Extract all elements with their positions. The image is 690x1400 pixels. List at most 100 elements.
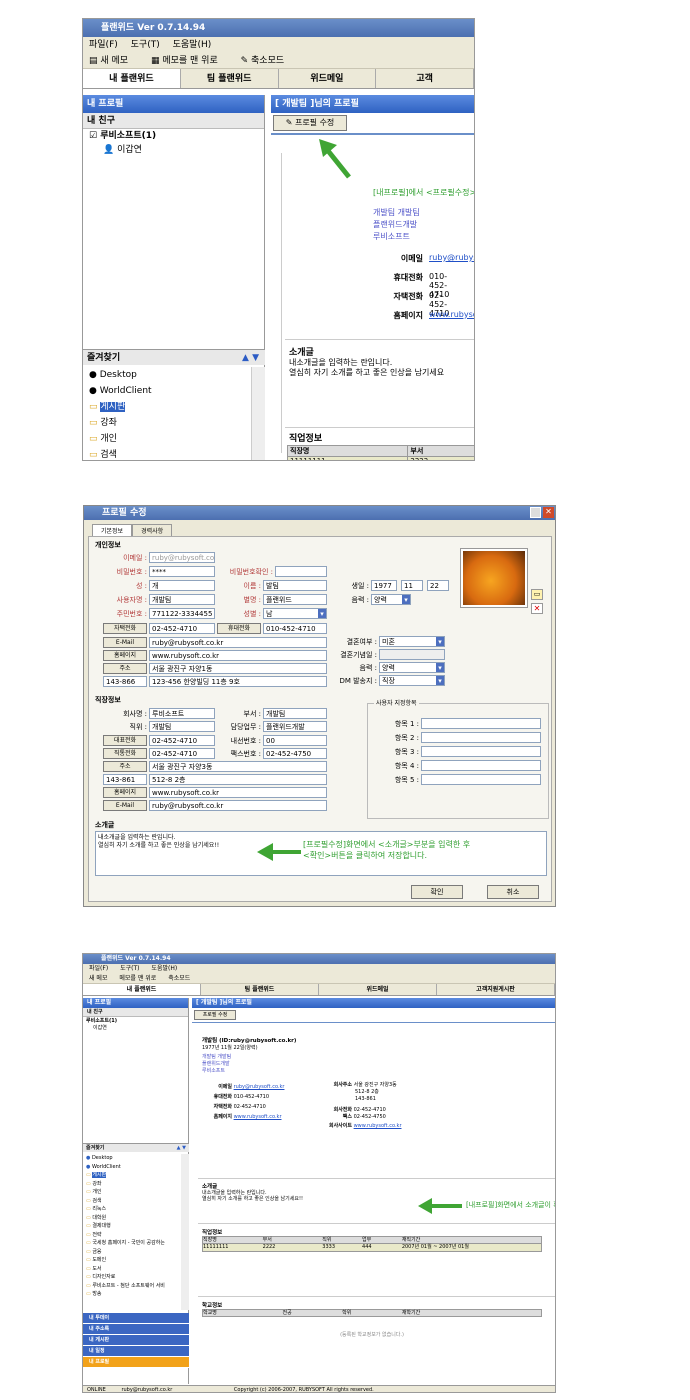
new-memo-button[interactable]: 새 메모 bbox=[89, 975, 107, 982]
delete-icon[interactable]: ✕ bbox=[531, 603, 543, 614]
home-phone-button[interactable]: 자택전화 bbox=[103, 623, 147, 634]
homepage-button[interactable]: 홈페이지 bbox=[103, 650, 147, 661]
favorite-item[interactable]: ▭ 개인 bbox=[83, 1188, 181, 1197]
group-item[interactable]: 루비소프트(1) bbox=[83, 1017, 188, 1024]
favorite-item[interactable]: ▭ 결제대행 bbox=[83, 1222, 181, 1231]
tab-my-planwith[interactable]: 내 플랜위드 bbox=[83, 984, 201, 995]
anniversary-field[interactable] bbox=[379, 649, 445, 660]
birth-day-select[interactable]: 22 bbox=[427, 580, 449, 591]
password-confirm-field[interactable] bbox=[275, 566, 327, 577]
favorite-item[interactable]: ▭ 리눅스 bbox=[83, 1205, 181, 1214]
favorite-item[interactable]: ▭ 검색 bbox=[83, 1197, 181, 1206]
address-button[interactable]: 주소 bbox=[103, 663, 147, 674]
menu-file[interactable]: 파일(F) bbox=[89, 40, 118, 50]
favorite-item[interactable]: ▭ 대학원 bbox=[83, 1214, 181, 1223]
mobile-field[interactable]: 010-452-4710 bbox=[263, 623, 327, 634]
homepage-link[interactable]: www.rubysoft.co.kr bbox=[234, 1114, 282, 1120]
duty-field[interactable]: 플랜위드개발 bbox=[263, 721, 327, 732]
bottom-nav-item[interactable]: 내 투데이 bbox=[83, 1313, 189, 1324]
dept-field[interactable]: 개발팀 bbox=[263, 708, 327, 719]
scroll-arrows-icon[interactable]: ▲ ▼ bbox=[242, 350, 259, 366]
custom-item-field[interactable] bbox=[421, 746, 541, 757]
calendar-select[interactable]: 양력 ▾ bbox=[371, 594, 411, 605]
favorite-item[interactable]: ▭ 게시판 bbox=[83, 399, 251, 415]
menu-tools[interactable]: 도구(T) bbox=[131, 40, 160, 50]
favorite-item[interactable]: ● Desktop bbox=[83, 1154, 181, 1163]
birth-month-select[interactable]: 11 bbox=[401, 580, 423, 591]
compact-mode-button[interactable]: ✎ 축소모드 bbox=[241, 56, 295, 66]
custom-item-field[interactable] bbox=[421, 760, 541, 771]
mobile-button[interactable]: 휴대전화 bbox=[217, 623, 261, 634]
work-address2-field[interactable]: 512-8 2층 bbox=[149, 774, 327, 785]
marital-select[interactable]: 미혼 ▾ bbox=[379, 636, 445, 647]
bottom-nav-item[interactable]: 내 주소록 bbox=[83, 1324, 189, 1335]
work-phone-button[interactable]: 직통전화 bbox=[103, 748, 147, 759]
friend-item[interactable]: 이갑연 bbox=[83, 1024, 188, 1031]
ok-button[interactable]: 확인 bbox=[411, 885, 463, 899]
company-field[interactable]: 루비소프트 bbox=[149, 708, 215, 719]
edit-profile-button[interactable]: 프로필 수정 bbox=[194, 1010, 236, 1020]
tab-withmail[interactable]: 위드메일 bbox=[279, 69, 377, 88]
fax-field[interactable]: 02-452-4750 bbox=[263, 748, 327, 759]
favorites-scrollbar[interactable] bbox=[181, 1154, 189, 1310]
home-phone-field[interactable]: 02-452-4710 bbox=[149, 623, 215, 634]
favorite-item[interactable]: ▭ 검색 bbox=[83, 447, 251, 460]
scroll-arrows-icon[interactable]: ▲ ▼ bbox=[177, 1144, 186, 1153]
address-field[interactable]: 서울 광진구 자양1동 bbox=[149, 663, 327, 674]
ext-field[interactable]: 00 bbox=[263, 735, 327, 746]
menu-help[interactable]: 도움말(H) bbox=[173, 40, 212, 50]
rep-phone-button[interactable]: 대표전화 bbox=[103, 735, 147, 746]
favorite-item[interactable]: ▭ 게시판 bbox=[83, 1171, 181, 1180]
password-field[interactable]: **** bbox=[149, 566, 215, 577]
favorites-scrollbar[interactable] bbox=[251, 367, 265, 460]
favorite-item[interactable]: ▭ 방송 bbox=[83, 1290, 181, 1299]
cancel-button[interactable]: 취소 bbox=[487, 885, 539, 899]
favorite-item[interactable]: ● Desktop bbox=[83, 367, 251, 383]
group-item[interactable]: ☑ 루비소프트(1) bbox=[83, 129, 264, 143]
work-address-field[interactable]: 서울 광진구 자양3동 bbox=[149, 761, 327, 772]
work-email-button[interactable]: E-Mail bbox=[103, 800, 147, 811]
tab-team-planwith[interactable]: 팀 플랜위드 bbox=[201, 984, 319, 995]
favorite-item[interactable]: ▭ 강좌 bbox=[83, 1180, 181, 1189]
work-homepage-field[interactable]: www.rubysoft.co.kr bbox=[149, 787, 327, 798]
address2-field[interactable]: 123-456 한양빌딩 11층 9호 bbox=[149, 676, 327, 687]
name-field[interactable]: 발팀 bbox=[263, 580, 327, 591]
favorite-item[interactable]: ▭ 금융 bbox=[83, 1248, 181, 1257]
tab-my-planwith[interactable]: 내 플랜위드 bbox=[83, 69, 181, 88]
folder-icon[interactable]: ▭ bbox=[531, 589, 543, 600]
email-link[interactable]: ruby@rubysoft.co.kr bbox=[234, 1084, 285, 1090]
favorite-item[interactable]: ▭ 국세청 홈페이지 - 국민이 공감하는 bbox=[83, 1239, 181, 1248]
bottom-nav-item[interactable]: 내 일정 bbox=[83, 1346, 189, 1357]
homepage-link[interactable]: www.rubysoft.co.kr bbox=[429, 310, 474, 319]
new-memo-button[interactable]: ▤ 새 메모 bbox=[89, 56, 138, 66]
zip-field[interactable]: 143-866 bbox=[103, 676, 147, 687]
friend-item[interactable]: 👤 이갑연 bbox=[83, 143, 264, 157]
favorite-item[interactable]: ● WorldClient bbox=[83, 383, 251, 399]
work-zip-field[interactable]: 143-861 bbox=[103, 774, 147, 785]
work-email-field[interactable]: ruby@rubysoft.co.kr bbox=[149, 800, 327, 811]
tab-support-board[interactable]: 고객지원게시판 bbox=[437, 984, 555, 995]
memo-top-button[interactable]: 메모를 맨 위로 bbox=[119, 975, 156, 982]
tab-team-planwith[interactable]: 팀 플랜위드 bbox=[181, 69, 279, 88]
homepage-field[interactable]: www.rubysoft.co.kr bbox=[149, 650, 327, 661]
favorite-item[interactable]: ▭ 도메인 bbox=[83, 1256, 181, 1265]
favorite-item[interactable]: ▭ 전략 bbox=[83, 1231, 181, 1240]
bottom-nav-item[interactable]: 내 프로필 bbox=[83, 1357, 189, 1368]
email2-field[interactable]: ruby@rubysoft.co.kr bbox=[149, 637, 327, 648]
custom-item-field[interactable] bbox=[421, 718, 541, 729]
dm-select[interactable]: 직장 ▾ bbox=[379, 675, 445, 686]
favorite-item[interactable]: ▭ 도서 bbox=[83, 1265, 181, 1274]
rep-phone-field[interactable]: 02-452-4710 bbox=[149, 735, 215, 746]
username-field[interactable]: 개발팀 bbox=[149, 594, 215, 605]
favorite-item[interactable]: ▭ 강좌 bbox=[83, 415, 251, 431]
site-link[interactable]: www.rubysoft.co.kr bbox=[354, 1123, 402, 1129]
my-profile-header[interactable]: 내 프로필 bbox=[83, 95, 264, 113]
tab-customer[interactable]: 고객 bbox=[376, 69, 474, 88]
work-address-button[interactable]: 주소 bbox=[103, 761, 147, 772]
menu-file[interactable]: 파일(F) bbox=[89, 965, 108, 972]
email-link[interactable]: ruby@rubysoft.co.kr bbox=[429, 253, 474, 262]
rrn-field[interactable]: 771122-3334455 bbox=[149, 608, 215, 619]
calendar2-select[interactable]: 양력 ▾ bbox=[379, 662, 445, 673]
favorite-item[interactable]: ▭ 루비소프트 - 첨단 소프트웨어 서비 bbox=[83, 1282, 181, 1291]
menu-tools[interactable]: 도구(T) bbox=[120, 965, 139, 972]
